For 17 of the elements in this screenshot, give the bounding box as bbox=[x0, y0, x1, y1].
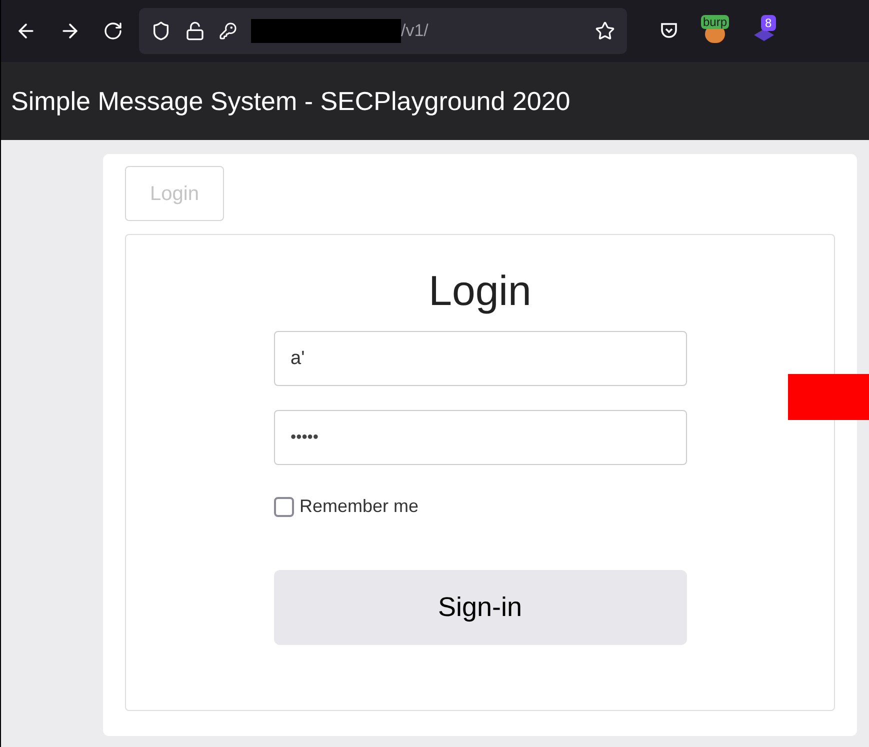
url-text: /v1/ bbox=[401, 20, 428, 42]
remember-label: Remember me bbox=[300, 495, 419, 518]
shield-icon[interactable] bbox=[151, 21, 171, 41]
reload-icon[interactable] bbox=[103, 21, 123, 41]
key-icon[interactable] bbox=[219, 22, 237, 40]
address-bar[interactable]: /v1/ bbox=[139, 8, 627, 54]
username-field[interactable]: a' bbox=[274, 331, 686, 386]
sign-in-button[interactable]: Sign-in bbox=[274, 570, 686, 645]
bookmark-star-icon[interactable] bbox=[595, 21, 615, 41]
login-heading: Login bbox=[428, 266, 532, 316]
pocket-icon[interactable] bbox=[659, 21, 679, 41]
extension-badge: burp bbox=[701, 15, 730, 29]
lock-icon[interactable] bbox=[185, 21, 205, 41]
site-title: Simple Message System - SECPlayground 2020 bbox=[11, 84, 570, 118]
remember-checkbox[interactable] bbox=[274, 496, 294, 516]
password-field[interactable]: ••••• bbox=[274, 410, 686, 465]
extension-badge: 8 bbox=[761, 15, 776, 31]
